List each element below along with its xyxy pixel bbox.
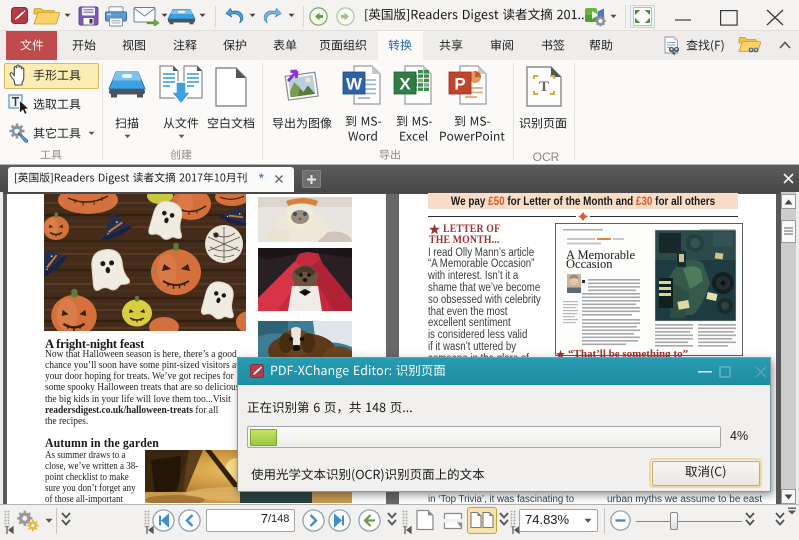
svg-text:Occasion: Occasion [566, 257, 613, 271]
svg-text:P: P [454, 75, 465, 94]
svg-text:W: W [346, 75, 363, 94]
svg-text:X: X [399, 75, 411, 94]
svg-text:T: T [539, 79, 549, 95]
